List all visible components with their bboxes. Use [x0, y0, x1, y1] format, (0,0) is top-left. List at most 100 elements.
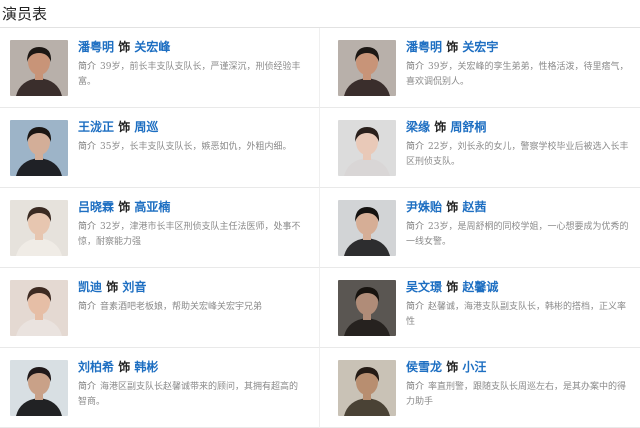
plays-label: 饰	[442, 200, 463, 214]
intro-text: 35岁，长丰支队支队长，嫉恶如仇，外粗内细。	[100, 142, 292, 152]
intro-text: 22岁，刘长永的女儿，警察学校毕业后被选入长丰区刑侦支队。	[406, 142, 629, 167]
role-description: 简介 赵馨诚，海港支队副支队长，韩彬的搭档，正义率性	[406, 300, 632, 330]
actor-photo[interactable]	[10, 360, 68, 416]
intro-text: 赵馨诚，海港支队副支队长，韩彬的搭档，正义率性	[406, 302, 627, 327]
role-description: 简介 39岁，前长丰支队支队长，严谨深沉，刑侦经验丰富。	[78, 60, 304, 90]
cast-card[interactable]: 吕晓霖 饰 高亚楠简介 32岁，津港市长丰区刑侦支队主任法医师，处事不惊，耐察能力…	[0, 188, 320, 268]
cast-title: 吕晓霖 饰 高亚楠	[78, 200, 304, 214]
role-description: 简介 39岁，关宏峰的孪生弟弟，性格活泼，待里痞气，喜欢调侃别人。	[406, 60, 632, 90]
intro-label: 简介	[78, 382, 97, 392]
cast-info: 凯迪 饰 刘音简介 音素酒吧老板娘，帮助关宏峰关宏宇兄弟	[68, 280, 304, 347]
actor-photo[interactable]	[338, 360, 396, 416]
role-name-link[interactable]: 周舒桐	[450, 120, 486, 134]
cast-title: 潘粤明 饰 关宏宇	[406, 40, 632, 54]
cast-info: 吴文璟 饰 赵馨诚简介 赵馨诚，海港支队副支队长，韩彬的搭档，正义率性	[396, 280, 632, 347]
role-name-link[interactable]: 赵茜	[462, 200, 486, 214]
plays-label: 饰	[114, 120, 135, 134]
plays-label: 饰	[114, 360, 135, 374]
intro-label: 简介	[78, 62, 97, 72]
plays-label: 饰	[430, 120, 451, 134]
intro-label: 简介	[78, 302, 97, 312]
cast-grid: 潘粤明 饰 关宏峰 简介 39岁，前长丰支队支队长，严谨深沉，刑侦经验丰富。 潘粤明 …	[0, 28, 640, 428]
intro-text: 音素酒吧老板娘，帮助关宏峰关宏宇兄弟	[100, 302, 263, 312]
actor-photo[interactable]	[10, 120, 68, 176]
actor-name-link[interactable]: 尹姝贻	[406, 200, 442, 214]
intro-text: 32岁，津港市长丰区刑侦支队主任法医师，处事不惊，耐察能力强	[78, 222, 301, 247]
cast-card[interactable]: 潘粤明 饰 关宏宇简介 39岁，关宏峰的孪生弟弟，性格活泼，待里痞气，喜欢调侃别人…	[320, 28, 640, 108]
cast-title: 潘粤明 饰 关宏峰	[78, 40, 304, 54]
role-description: 简介 率直刑警，跟随支队长周巡左右，是其办案中的得力助手	[406, 380, 632, 410]
cast-card[interactable]: 梁缘 饰 周舒桐简介 22岁，刘长永的女儿，警察学校毕业后被选入长丰区刑侦支队。	[320, 108, 640, 188]
actor-name-link[interactable]: 梁缘	[406, 120, 430, 134]
actor-photo[interactable]	[338, 40, 396, 96]
plays-label: 饰	[114, 40, 135, 54]
actor-name-link[interactable]: 刘柏希	[78, 360, 114, 374]
role-description: 简介 35岁，长丰支队支队长，嫉恶如仇，外粗内细。	[78, 140, 304, 155]
actor-photo[interactable]	[338, 200, 396, 256]
intro-text: 海港区副支队长赵馨诚带来的顾问，其拥有超高的智商。	[78, 382, 299, 407]
actor-photo[interactable]	[10, 280, 68, 336]
role-name-link[interactable]: 周巡	[134, 120, 158, 134]
cast-page: 演员表 潘粤明 饰 关宏峰 简介 39岁，前长丰支队支队长，严谨深沉，刑侦经验丰富。…	[0, 0, 640, 428]
cast-info: 潘粤明 饰 关宏峰简介 39岁，前长丰支队支队长，严谨深沉，刑侦经验丰富。	[68, 40, 304, 107]
actor-name-link[interactable]: 潘粤明	[406, 40, 442, 54]
actor-name-link[interactable]: 凯迪	[78, 280, 102, 294]
cast-info: 尹姝贻 饰 赵茜简介 23岁，是周舒桐的同校学姐，一心想要成为优秀的一线女警。	[396, 200, 632, 267]
role-name-link[interactable]: 高亚楠	[134, 200, 170, 214]
cast-card[interactable]: 刘柏希 饰 韩彬简介 海港区副支队长赵馨诚带来的顾问，其拥有超高的智商。	[0, 348, 320, 428]
cast-card[interactable]: 侯雪龙 饰 小汪简介 率直刑警，跟随支队长周巡左右，是其办案中的得力助手	[320, 348, 640, 428]
intro-text: 率直刑警，跟随支队长周巡左右，是其办案中的得力助手	[406, 382, 627, 407]
cast-info: 潘粤明 饰 关宏宇简介 39岁，关宏峰的孪生弟弟，性格活泼，待里痞气，喜欢调侃别人…	[396, 40, 632, 107]
intro-label: 简介	[406, 142, 425, 152]
cast-title: 刘柏希 饰 韩彬	[78, 360, 304, 374]
plays-label: 饰	[114, 200, 135, 214]
actor-name-link[interactable]: 王泷正	[78, 120, 114, 134]
cast-card[interactable]: 王泷正 饰 周巡 简介 35岁，长丰支队支队长，嫉恶如仇，外粗内细。	[0, 108, 320, 188]
intro-label: 简介	[406, 222, 425, 232]
intro-label: 简介	[406, 302, 425, 312]
cast-card[interactable]: 尹姝贻 饰 赵茜简介 23岁，是周舒桐的同校学姐，一心想要成为优秀的一线女警。	[320, 188, 640, 268]
actor-name-link[interactable]: 吕晓霖	[78, 200, 114, 214]
actor-photo[interactable]	[10, 200, 68, 256]
cast-info: 吕晓霖 饰 高亚楠简介 32岁，津港市长丰区刑侦支队主任法医师，处事不惊，耐察能力…	[68, 200, 304, 267]
cast-title: 王泷正 饰 周巡	[78, 120, 304, 134]
role-name-link[interactable]: 赵馨诚	[462, 280, 498, 294]
intro-label: 简介	[78, 222, 97, 232]
actor-name-link[interactable]: 侯雪龙	[406, 360, 442, 374]
cast-title: 凯迪 饰 刘音	[78, 280, 304, 294]
role-name-link[interactable]: 韩彬	[134, 360, 158, 374]
actor-photo[interactable]	[338, 280, 396, 336]
plays-label: 饰	[102, 280, 123, 294]
intro-text: 39岁，关宏峰的孪生弟弟，性格活泼，待里痞气，喜欢调侃别人。	[406, 62, 629, 87]
cast-card[interactable]: 潘粤明 饰 关宏峰简介 39岁，前长丰支队支队长，严谨深沉，刑侦经验丰富。	[0, 28, 320, 108]
cast-info: 王泷正 饰 周巡 简介 35岁，长丰支队支队长，嫉恶如仇，外粗内细。	[68, 120, 304, 187]
role-description: 简介 22岁，刘长永的女儿，警察学校毕业后被选入长丰区刑侦支队。	[406, 140, 632, 170]
intro-label: 简介	[406, 62, 425, 72]
cast-info: 刘柏希 饰 韩彬简介 海港区副支队长赵馨诚带来的顾问，其拥有超高的智商。	[68, 360, 304, 427]
cast-info: 侯雪龙 饰 小汪简介 率直刑警，跟随支队长周巡左右，是其办案中的得力助手	[396, 360, 632, 427]
cast-title: 梁缘 饰 周舒桐	[406, 120, 632, 134]
plays-label: 饰	[442, 280, 463, 294]
intro-label: 简介	[78, 142, 97, 152]
cast-card[interactable]: 凯迪 饰 刘音简介 音素酒吧老板娘，帮助关宏峰关宏宇兄弟	[0, 268, 320, 348]
cast-info: 梁缘 饰 周舒桐简介 22岁，刘长永的女儿，警察学校毕业后被选入长丰区刑侦支队。	[396, 120, 632, 187]
role-description: 简介 海港区副支队长赵馨诚带来的顾问，其拥有超高的智商。	[78, 380, 304, 410]
role-name-link[interactable]: 关宏宇	[462, 40, 498, 54]
actor-photo[interactable]	[10, 40, 68, 96]
cast-title: 吴文璟 饰 赵馨诚	[406, 280, 632, 294]
plays-label: 饰	[442, 360, 463, 374]
role-description: 简介 23岁，是周舒桐的同校学姐，一心想要成为优秀的一线女警。	[406, 220, 632, 250]
cast-title: 尹姝贻 饰 赵茜	[406, 200, 632, 214]
actor-name-link[interactable]: 潘粤明	[78, 40, 114, 54]
intro-label: 简介	[406, 382, 425, 392]
role-name-link[interactable]: 关宏峰	[134, 40, 170, 54]
actor-photo[interactable]	[338, 120, 396, 176]
actor-name-link[interactable]: 吴文璟	[406, 280, 442, 294]
intro-text: 39岁，前长丰支队支队长，严谨深沉，刑侦经验丰富。	[78, 62, 301, 87]
role-name-link[interactable]: 小汪	[462, 360, 486, 374]
intro-text: 23岁，是周舒桐的同校学姐，一心想要成为优秀的一线女警。	[406, 222, 629, 247]
role-name-link[interactable]: 刘音	[122, 280, 146, 294]
role-description: 简介 32岁，津港市长丰区刑侦支队主任法医师，处事不惊，耐察能力强	[78, 220, 304, 250]
cast-title: 侯雪龙 饰 小汪	[406, 360, 632, 374]
cast-card[interactable]: 吴文璟 饰 赵馨诚简介 赵馨诚，海港支队副支队长，韩彬的搭档，正义率性	[320, 268, 640, 348]
